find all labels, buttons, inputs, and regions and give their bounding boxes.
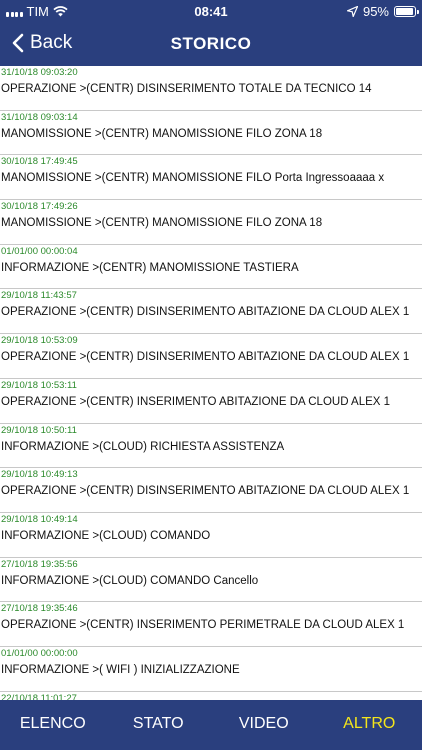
header: TIM 08:41 95% Back STORICO: [0, 0, 422, 66]
event-text: MANOMISSIONE >(CENTR) MANOMISSIONE FILO …: [1, 127, 323, 140]
list-item[interactable]: 29/10/18 10:50:11 INFORMAZIONE >(CLOUD) R…: [0, 424, 422, 469]
event-date: 29/10/18 10:53:11: [1, 379, 77, 391]
event-date: 30/10/18 17:49:26: [1, 201, 78, 213]
event-date: 30/10/18 17:49:45: [1, 156, 78, 168]
event-text: OPERAZIONE >(CENTR) DISINSERIMENTO TOTAL…: [1, 83, 372, 95]
event-date: 29/10/18 10:49:13: [1, 469, 78, 481]
page-title: STORICO: [170, 34, 252, 53]
event-date: 29/10/18 10:50:11: [1, 424, 77, 436]
event-text: OPERAZIONE >(CENTR) DISINSERIMENTO ABITA…: [1, 306, 410, 319]
tab-bar: ELENCO STATO VIDEO ALTRO: [0, 700, 422, 750]
event-list[interactable]: 31/10/18 09:03:20 OPERAZIONE >(CENTR) DIS…: [0, 66, 422, 700]
event-date: 29/10/18 10:53:09: [1, 335, 78, 347]
list-item[interactable]: 29/10/18 10:53:09 OPERAZIONE >(CENTR) DIS…: [0, 334, 422, 379]
event-text: OPERAZIONE >(CENTR) DISINSERIMENTO ABITA…: [1, 351, 410, 364]
location-arrow-icon: [346, 6, 358, 17]
event-text: OPERAZIONE >(CENTR) INSERIMENTO PERIMETR…: [1, 619, 405, 632]
list-item[interactable]: 01/01/00 00:00:00 INFORMAZIONE >( WIFI ) …: [0, 647, 422, 692]
event-text: OPERAZIONE >(CENTR) DISINSERIMENTO ABITA…: [1, 485, 410, 498]
status-right: 95%: [346, 4, 419, 19]
battery-fill: [396, 8, 414, 15]
event-date: 29/10/18 11:43:57: [1, 290, 77, 302]
event-text: MANOMISSIONE >(CENTR) MANOMISSIONE FILO …: [1, 172, 385, 185]
event-date: 01/01/00 00:00:00: [1, 647, 78, 659]
event-text: OPERAZIONE >(CENTR) INSERIMENTO ABITAZIO…: [1, 395, 391, 408]
event-date: 27/10/18 19:35:56: [1, 558, 78, 570]
list-item[interactable]: 31/10/18 09:03:20 OPERAZIONE >(CENTR) DIS…: [0, 66, 422, 111]
battery-icon: [394, 6, 419, 17]
list-item[interactable]: 29/10/18 10:53:11 OPERAZIONE >(CENTR) INS…: [0, 379, 422, 424]
event-date: 27/10/18 19:35:46: [1, 603, 78, 615]
list-item[interactable]: 30/10/18 17:49:45 MANOMISSIONE >(CENTR) M…: [0, 155, 422, 201]
list-item[interactable]: 29/10/18 10:49:13 OPERAZIONE >(CENTR) DIS…: [0, 468, 422, 513]
tab-elenco[interactable]: ELENCO: [0, 700, 106, 750]
list-item[interactable]: 01/01/00 00:00:04 INFORMAZIONE >(CENTR) M…: [0, 245, 422, 290]
list-item[interactable]: 29/10/18 10:49:14 INFORMAZIONE >(CLOUD) C…: [0, 513, 422, 558]
list-item[interactable]: 27/10/18 19:35:46 OPERAZIONE >(CENTR) INS…: [0, 602, 422, 647]
event-text: MANOMISSIONE >(CENTR) MANOMISSIONE FILO …: [1, 217, 323, 230]
event-text: INFORMAZIONE >( WIFI ) INIZIALIZZAZIONE: [1, 663, 240, 676]
list-item[interactable]: 22/10/18 11:01:27: [0, 692, 422, 700]
event-date: 31/10/18 09:03:20: [1, 67, 78, 78]
event-date: 31/10/18 09:03:14: [1, 111, 78, 123]
list-item[interactable]: 31/10/18 09:03:14 MANOMISSIONE >(CENTR) M…: [0, 111, 422, 156]
event-text: INFORMAZIONE >(CLOUD) COMANDO: [1, 529, 211, 542]
list-item[interactable]: 30/10/18 17:49:26 MANOMISSIONE >(CENTR) M…: [0, 200, 422, 245]
event-date: 22/10/18 11:01:27: [1, 692, 77, 700]
event-date: 01/01/00 00:00:04: [1, 245, 78, 257]
battery-percent: 95%: [362, 4, 389, 19]
tab-stato[interactable]: STATO: [106, 700, 212, 750]
list-item[interactable]: 29/10/18 11:43:57 OPERAZIONE >(CENTR) DIS…: [0, 289, 422, 335]
nav-bar: Back STORICO: [0, 22, 422, 66]
tab-video[interactable]: VIDEO: [211, 700, 317, 750]
event-text: INFORMAZIONE >(CENTR) MANOMISSIONE TASTI…: [1, 261, 299, 274]
list-item[interactable]: 27/10/18 19:35:56 INFORMAZIONE >(CLOUD) C…: [0, 558, 422, 603]
event-text: INFORMAZIONE >(CLOUD) COMANDO Cancello: [1, 574, 259, 587]
status-bar: TIM 08:41 95%: [0, 0, 422, 22]
event-text: INFORMAZIONE >(CLOUD) RICHIESTA ASSISTEN…: [1, 440, 285, 453]
event-date: 29/10/18 10:49:14: [1, 513, 78, 525]
tab-altro[interactable]: ALTRO: [317, 700, 422, 750]
